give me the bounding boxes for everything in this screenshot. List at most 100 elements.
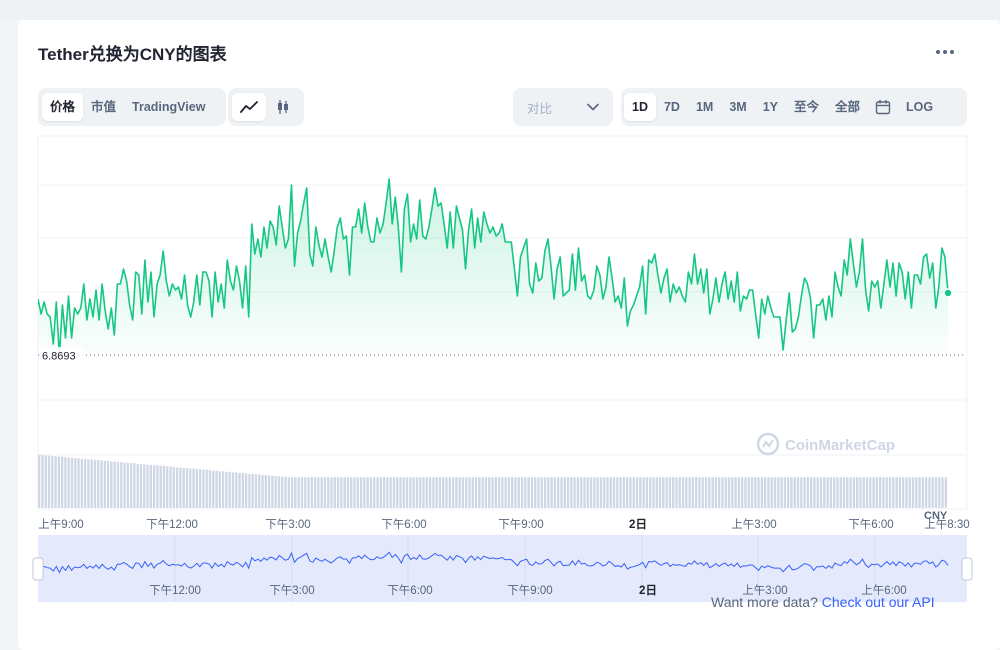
volume-bar [336,477,340,508]
volume-bar [658,477,662,508]
volume-bar [258,474,261,508]
volume-bar [215,470,218,508]
volume-bar [750,477,754,508]
volume-bar [888,477,892,508]
x-tick-label: 下午6:00 [381,518,426,531]
volume-bar [915,477,918,508]
volume-bar [333,477,336,508]
volume-bar [468,477,471,508]
volume-bar [511,477,514,508]
volume-bar [553,477,557,508]
price-chart[interactable]: CoinMarketCap 6.8693 CNY 上午9:00 下午12:00 下午… [0,0,1000,650]
x-tick-label: 下午6:00 [848,518,893,531]
volume-bar [195,469,198,508]
volume-bar [241,472,244,508]
volume-bar [566,477,570,508]
volume-bar [856,477,859,508]
volume-bar [908,477,911,508]
volume-bar [100,460,103,508]
volume-bar [284,476,287,508]
volume-bars [38,455,947,508]
volume-bar [152,465,156,508]
volume-bar [839,477,842,508]
volume-bar [672,477,675,508]
volume-bar [51,456,54,508]
volume-bar [504,477,507,508]
volume-bar [865,477,869,508]
volume-bar [537,477,540,508]
volume-bar [126,462,129,508]
navigator-handle-left[interactable] [32,557,44,581]
volume-bar [488,477,491,508]
volume-bar [635,477,639,508]
navigator-handle-right[interactable] [961,557,973,581]
volume-bar [129,463,133,508]
volume-bar [833,477,836,508]
volume-bar [586,477,589,508]
volume-bar [376,477,379,508]
x-tick-label: 下午3:00 [265,518,310,531]
volume-bar [330,477,333,508]
area-fill-up [38,179,948,355]
volume-bar [228,471,231,508]
volume-bar [685,477,688,508]
volume-bar [718,477,721,508]
volume-bar [428,477,432,508]
volume-bar [741,477,744,508]
volume-bar [869,477,872,508]
x-tick-label: 2日 [629,518,647,531]
volume-bar [678,477,681,508]
volume-bar [277,476,281,508]
volume-bar [688,477,691,508]
volume-bar [106,461,110,508]
volume-bar [543,477,547,508]
volume-bar [589,477,593,508]
volume-bar [320,477,323,508]
volume-bar [632,477,635,508]
volume-bar [409,477,412,508]
volume-bar [573,477,576,508]
volume-bar [64,457,67,508]
volume-bar [790,477,793,508]
volume-bar [156,465,159,508]
volume-bar [238,472,241,508]
volume-bar [530,477,534,508]
volume-bar [169,466,172,508]
volume-bar [402,477,405,508]
volume-bar [323,477,327,508]
volume-bar [925,477,928,508]
volume-bar [934,477,938,508]
volume-bar [629,477,632,508]
volume-bar [701,477,704,508]
volume-bar [304,477,307,508]
volume-bar [287,477,290,508]
volume-bar [432,477,435,508]
volume-bar [202,469,205,508]
volume-bar [714,477,718,508]
volume-bar [665,477,668,508]
volume-bar [892,477,895,508]
x-tick-label: 下午9:00 [498,518,543,531]
volume-bar [773,477,777,508]
navigator[interactable]: 下午12:00 下午3:00 下午6:00 下午9:00 2日 上午3:00 上午6:00 [32,535,973,602]
volume-bar [244,473,248,508]
volume-bar [596,477,599,508]
api-link[interactable]: Check out our API [822,594,935,610]
volume-bar [90,459,93,508]
volume-bar [294,477,297,508]
volume-bar [603,477,606,508]
volume-bar [731,477,734,508]
volume-bar [212,470,215,508]
volume-bar [235,472,238,508]
volume-bar [300,477,304,508]
volume-bar [534,477,537,508]
volume-bar [593,477,596,508]
volume-bar [396,477,399,508]
volume-bar [859,477,862,508]
navigator-tick-label: 下午6:00 [387,584,432,597]
volume-bar [846,477,849,508]
volume-bar [734,477,737,508]
volume-bar [38,455,41,508]
volume-bar [580,477,583,508]
volume-bar [599,477,603,508]
